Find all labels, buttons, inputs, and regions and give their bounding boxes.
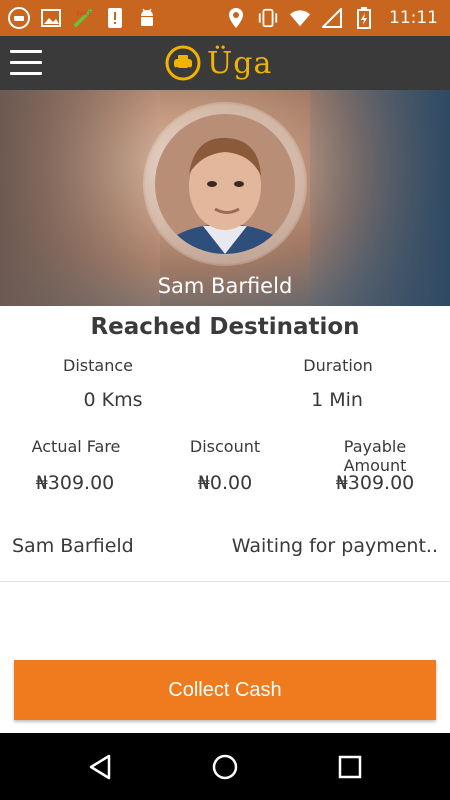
trip-status-title: Reached Destination bbox=[90, 314, 360, 340]
discount-value: ₦0.00 bbox=[197, 472, 253, 494]
distance-label: Distance bbox=[63, 356, 133, 375]
taxi-logo-icon bbox=[165, 45, 201, 81]
taxi-app-icon bbox=[8, 7, 30, 29]
svg-text:FAKE: FAKE bbox=[77, 9, 93, 17]
app-bar: Üga bbox=[0, 36, 450, 90]
actual-fare-label: Actual Fare bbox=[31, 437, 121, 456]
duration-label: Duration bbox=[303, 356, 373, 375]
alert-icon bbox=[104, 7, 126, 29]
home-icon[interactable] bbox=[209, 751, 241, 783]
profile-hero: Sam Barfield bbox=[0, 90, 450, 306]
fake-gps-icon: FAKE bbox=[72, 7, 94, 29]
discount-label: Discount bbox=[189, 437, 261, 456]
rider-name: Sam Barfield bbox=[12, 535, 134, 557]
distance-value: 0 Kms bbox=[83, 389, 143, 411]
android-icon bbox=[136, 7, 158, 29]
hamburger-menu-icon[interactable] bbox=[10, 50, 42, 76]
location-icon bbox=[225, 7, 247, 29]
payment-status: Waiting for payment.. bbox=[231, 535, 438, 557]
back-icon[interactable] bbox=[84, 751, 116, 783]
signal-icon bbox=[321, 7, 343, 29]
avatar bbox=[155, 114, 295, 254]
battery-icon bbox=[353, 7, 375, 29]
recents-icon[interactable] bbox=[334, 751, 366, 783]
actual-fare-value: ₦309.00 bbox=[35, 472, 115, 494]
payable-amount-value: ₦309.00 bbox=[335, 472, 415, 494]
duration-value: 1 Min bbox=[311, 389, 363, 411]
image-icon bbox=[40, 7, 62, 29]
driver-name: Sam Barfield bbox=[157, 274, 293, 298]
status-time: 11:11 bbox=[389, 8, 438, 28]
vibrate-icon bbox=[257, 7, 279, 29]
status-bar: FAKE 11:11 bbox=[0, 0, 450, 36]
collect-cash-button[interactable]: Collect Cash bbox=[14, 660, 436, 720]
logo-text: Üga bbox=[207, 45, 273, 81]
app-logo: Üga bbox=[165, 42, 272, 84]
avatar-ring bbox=[145, 104, 305, 264]
wifi-icon bbox=[289, 7, 311, 29]
divider bbox=[0, 581, 450, 582]
system-nav-bar bbox=[0, 733, 450, 800]
payable-amount-label: Payable Amount bbox=[343, 437, 407, 475]
